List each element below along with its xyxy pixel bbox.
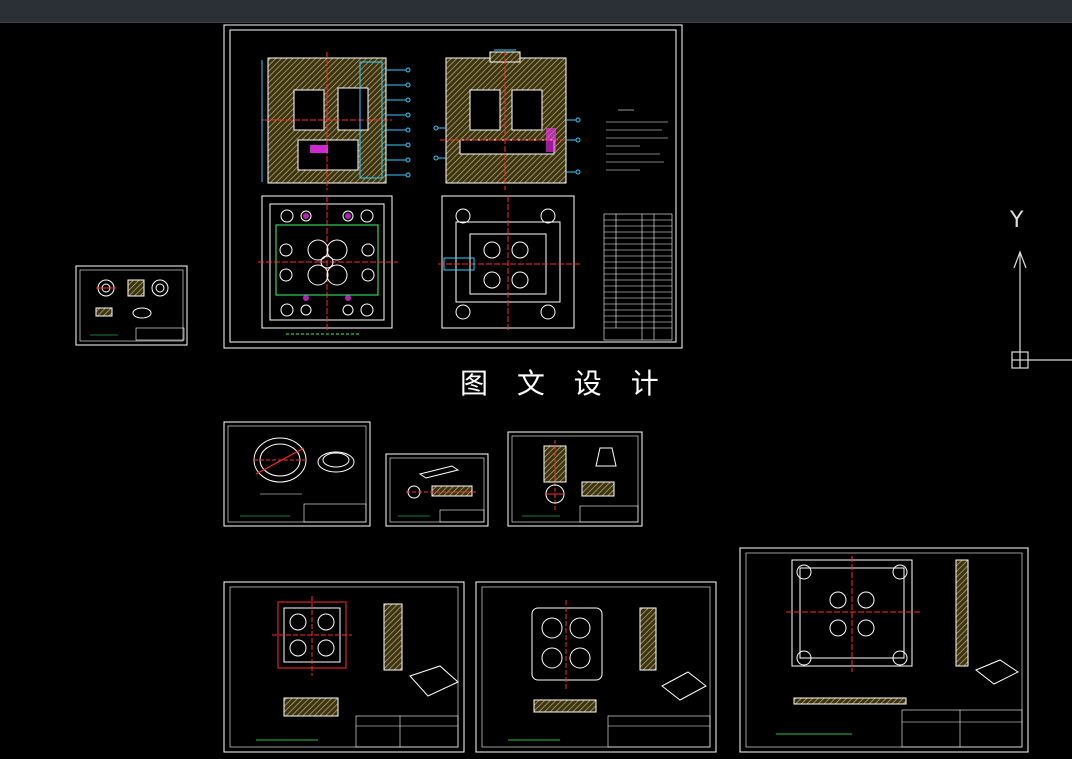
- pin-part-sheet[interactable]: [385, 453, 489, 527]
- technical-notes: [606, 109, 668, 171]
- bill-of-materials: [603, 213, 673, 341]
- template-plate-sheet[interactable]: [739, 547, 1029, 753]
- ucs-icon: [1011, 250, 1072, 369]
- watermark-text: 图 文 设 计: [460, 367, 669, 400]
- small-part-sheet[interactable]: [75, 265, 188, 346]
- core-part-sheet[interactable]: [507, 431, 643, 527]
- assembly-sheet[interactable]: [223, 24, 683, 349]
- side-section-view: [433, 49, 581, 190]
- fixed-half-plan-view: [258, 195, 398, 335]
- ucs-y-axis-label: Y: [1010, 208, 1024, 233]
- cavity-plate-sheet[interactable]: [223, 581, 465, 753]
- ring-part-sheet[interactable]: [223, 421, 371, 527]
- moving-half-plan-view: [438, 195, 580, 330]
- core-plate-sheet[interactable]: [475, 581, 717, 753]
- front-section-view: [261, 52, 411, 190]
